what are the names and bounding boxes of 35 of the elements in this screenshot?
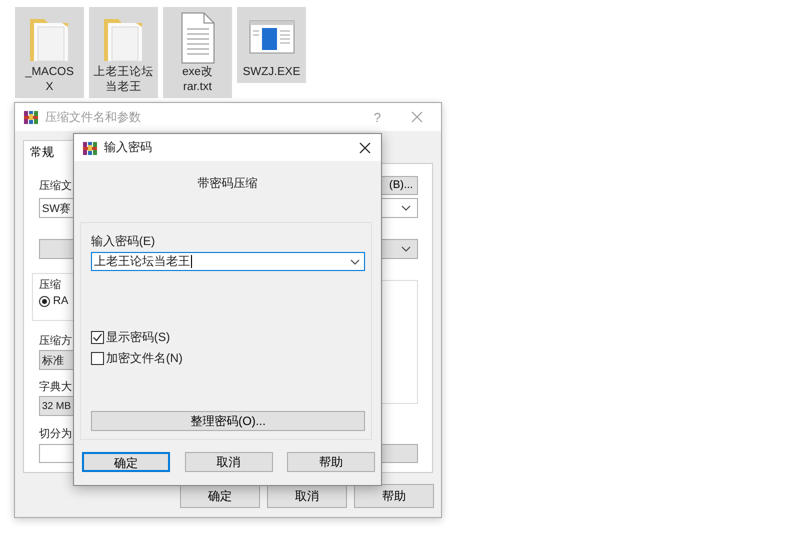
checkbox-label: 加密文件名(N) [106, 350, 183, 367]
field-label: 切分为 [39, 427, 73, 441]
chevron-icon [401, 205, 411, 211]
dialog-heading: 带密码压缩 [196, 175, 258, 192]
check-icon [92, 332, 103, 343]
radio-button[interactable] [39, 296, 50, 306]
desktop-icon[interactable]: SWZJ.EXE [237, 7, 306, 83]
dialog-button[interactable]: 取消 [267, 484, 347, 508]
field-label: 压缩文 [39, 178, 72, 192]
window-title: 压缩文件名和参数 [45, 108, 141, 126]
group-label: 压缩 [39, 279, 61, 291]
password-field[interactable]: 上老王论坛当老王 [91, 252, 365, 271]
dialog-title: 输入密码 [104, 139, 152, 156]
chevron-icon [350, 258, 360, 264]
field-label: 字典大 [39, 380, 72, 394]
desktop-icon[interactable]: 上老王论坛 当老王 [89, 7, 158, 98]
chevron-icon [401, 246, 411, 252]
field-label: 压缩方 [39, 334, 72, 348]
dialog-button[interactable]: 确定 [82, 452, 170, 472]
checkbox-label: 显示密码(S) [106, 329, 170, 346]
dialog-button[interactable]: 取消 [184, 452, 272, 472]
desktop-icon[interactable]: _MACOS X [15, 7, 84, 98]
radio-label: RA [53, 295, 68, 307]
desktop-icon[interactable]: exe改 rar.txt [163, 7, 232, 98]
archive-icon [23, 109, 39, 125]
checkbox[interactable] [91, 331, 104, 344]
dialog-button[interactable]: 帮助 [354, 484, 434, 508]
field-label: 输入密码(E) [91, 233, 156, 250]
dialog-button[interactable]: 帮助 [287, 452, 375, 472]
checkbox[interactable] [91, 352, 104, 365]
dialog-button[interactable]: 确定 [180, 484, 260, 508]
archive-icon [82, 140, 98, 156]
close-icon [411, 111, 423, 123]
close-icon [359, 142, 371, 154]
organize-passwords-button[interactable]: 整理密码(O)... [91, 411, 365, 431]
